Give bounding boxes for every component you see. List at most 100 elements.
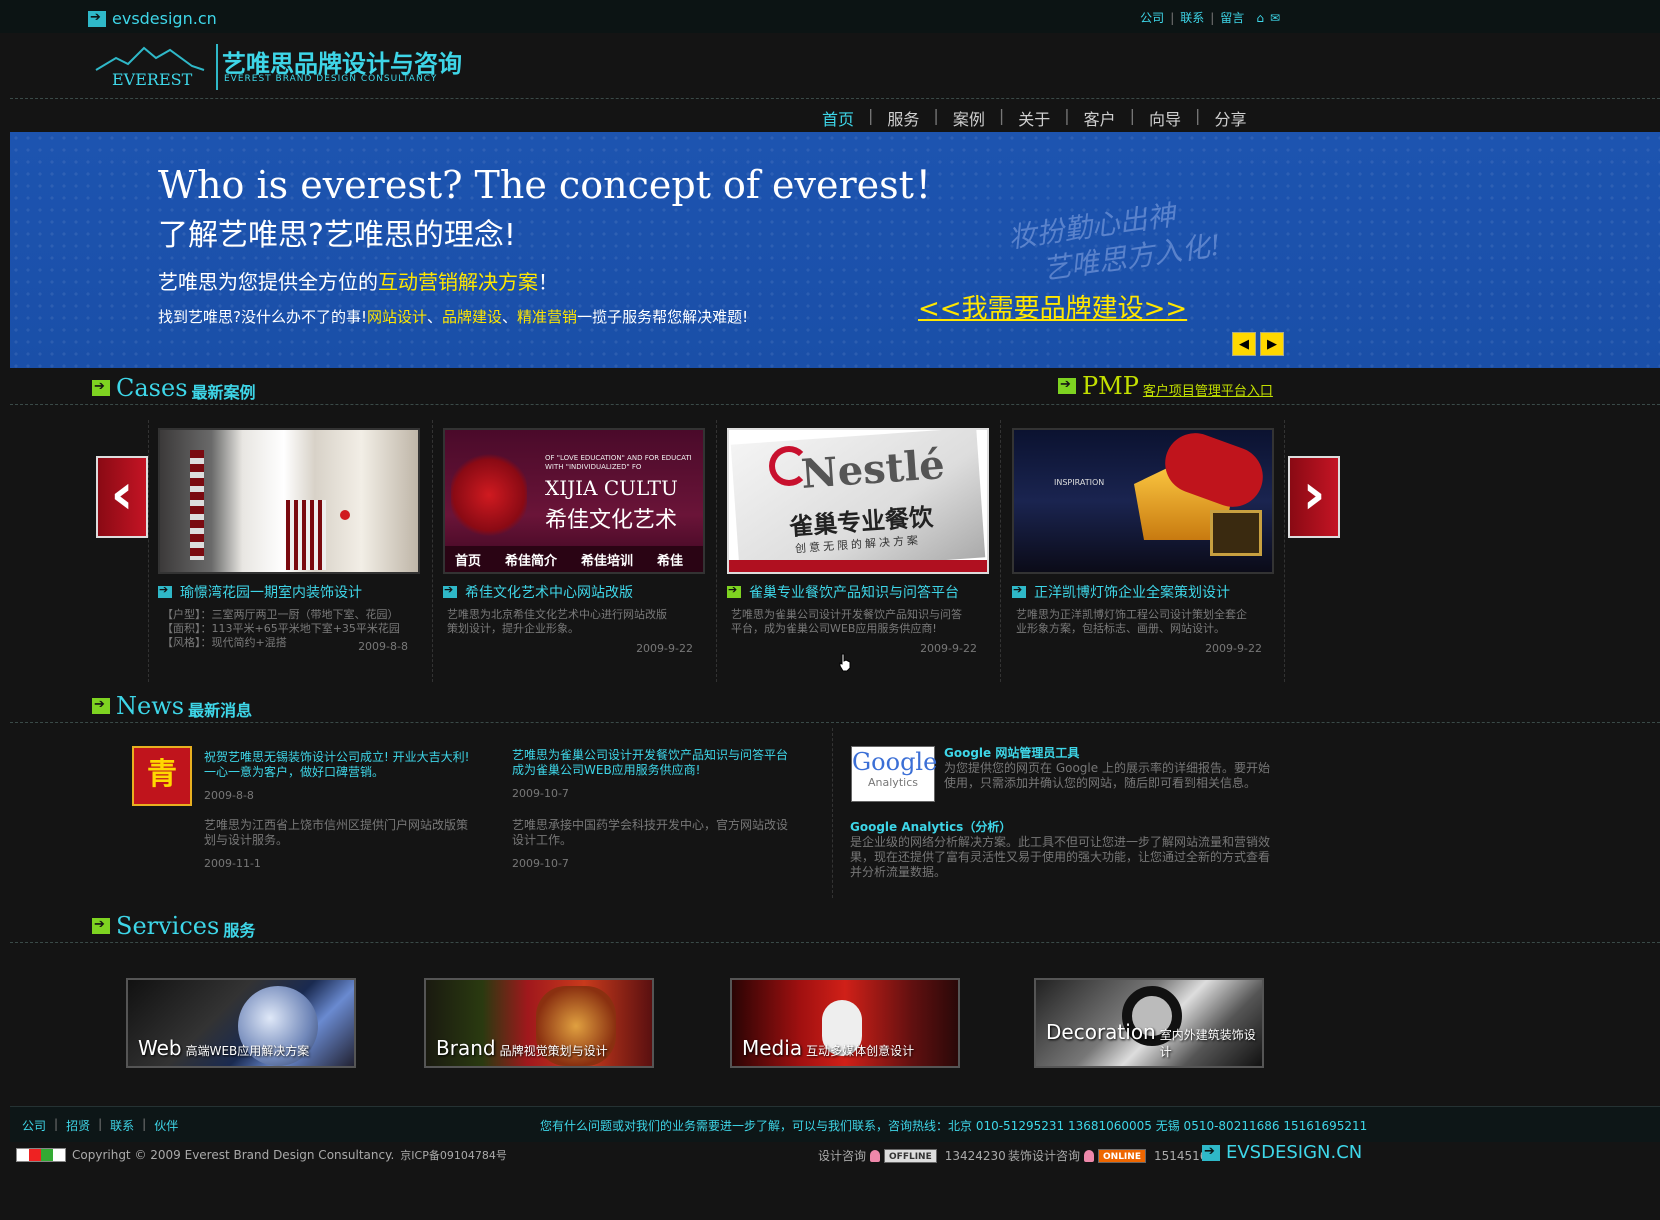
nav-about[interactable]: 关于	[1004, 106, 1064, 130]
pmp-heading[interactable]: PMP 客户项目管理平台入口	[1058, 372, 1273, 400]
footer-link-partners[interactable]: 伙伴	[154, 1117, 178, 1134]
case-title-text[interactable]: 雀巢专业餐饮产品知识与问答平台	[749, 582, 959, 602]
cn-flag-badge[interactable]	[16, 1148, 66, 1162]
case-title[interactable]: 希佳文化艺术中心网站改版	[443, 582, 705, 602]
case-title[interactable]: 瑜憬湾花园一期室内装饰设计	[158, 582, 420, 602]
service-card-brand[interactable]: Brand 品牌视觉策划与设计	[424, 978, 654, 1068]
status-badge[interactable]: ONLINE	[1098, 1148, 1146, 1163]
footer-site-link[interactable]: EVSDESIGN.CN	[1202, 1142, 1362, 1163]
case-card[interactable]: 瑜憬湾花园一期室内装饰设计 【户型】：三室两厅两卫一厨（带地下室、花园） 【面积…	[158, 428, 420, 653]
separator: |	[1170, 10, 1175, 25]
home-icon[interactable]: ⌂	[1256, 11, 1264, 25]
news-title[interactable]: 成为雀巢公司WEB应用服务供应商!	[512, 763, 788, 778]
news-title[interactable]: 设计工作。	[512, 833, 788, 848]
news-title[interactable]: 划与设计服务。	[204, 833, 468, 848]
toplink-contact[interactable]: 联系	[1180, 9, 1204, 26]
consult-label: 设计咨询	[818, 1149, 867, 1163]
service-en: Decoration	[1046, 1020, 1156, 1044]
qq-icon	[1084, 1149, 1095, 1162]
emblem-shape	[451, 450, 527, 540]
toplink-message[interactable]: 留言	[1220, 9, 1244, 26]
news-item[interactable]: 祝贺艺唯思无锡装饰设计公司成立! 开业大吉大利! 一心一意为客户，做好口碑营销。…	[204, 750, 469, 803]
cases-next-button[interactable]: ›	[1288, 456, 1340, 538]
nav-services[interactable]: 服务	[873, 106, 933, 130]
arrow-icon	[92, 379, 110, 396]
case-thumbnail[interactable]: INSPIRATION	[1012, 428, 1274, 574]
banner-cta-link[interactable]: <<我需要品牌建设>>	[918, 288, 1187, 325]
case-title[interactable]: 雀巢专业餐饮产品知识与问答平台	[727, 582, 989, 602]
nav-share[interactable]: 分享	[1200, 106, 1260, 130]
consult-decoration[interactable]: 装饰设计咨询 ONLINE 15145167	[1008, 1147, 1215, 1164]
news-item[interactable]: 艺唯思为雀巢公司设计开发餐饮产品知识与问答平台 成为雀巢公司WEB应用服务供应商…	[512, 748, 788, 801]
case-title-text[interactable]: 正洋凯博灯饰企业全案策划设计	[1034, 582, 1230, 602]
cases-title-cn: 最新案例	[191, 383, 256, 402]
consult-design[interactable]: 设计咨询 OFFLINE 13424230	[818, 1147, 1006, 1164]
cases-prev-button[interactable]: ‹	[96, 456, 148, 538]
case-card[interactable]: Nestlé 雀巢专业餐饮 创意无限的解决方案 雀巢专业餐饮产品知识与问答平台 …	[727, 428, 989, 655]
case-title[interactable]: 正洋凯博灯饰企业全案策划设计	[1012, 582, 1274, 602]
case-thumbnail[interactable]	[158, 428, 420, 574]
arrow-icon	[727, 583, 741, 598]
google-tool-title[interactable]: Google 网站管理员工具	[944, 746, 1270, 761]
google-tool-desc: 为您提供您的网页在 Google 上的展示率的详细报告。要开始	[944, 761, 1270, 775]
footer-contact: 您有什么问题或对我们的业务需要进一步了解，可以与我们联系，咨询热线：北京 010…	[540, 1119, 1368, 1133]
case-card[interactable]: OF "LOVE EDUCATION" AND FOR EDUCATI WITH…	[443, 428, 705, 655]
case-desc: 艺唯思为正洋凯博灯饰工程公司设计策划全套企 业形象方案，包括标志、画册、网站设计…	[1012, 608, 1274, 636]
service-card-web[interactable]: Web 高端WEB应用解决方案	[126, 978, 356, 1068]
icp-number[interactable]: 京ICP备09104784号	[400, 1147, 507, 1163]
status-badge[interactable]: OFFLINE	[884, 1148, 937, 1163]
google-analytics-logo[interactable]: Google Analytics	[851, 746, 937, 802]
banner-link-marketing[interactable]: 精准营销	[517, 308, 577, 326]
copyright-row: Copyrihgt © 2009 Everest Brand Design Co…	[16, 1147, 507, 1163]
case-thumbnail[interactable]: OF "LOVE EDUCATION" AND FOR EDUCATI WITH…	[443, 428, 705, 574]
thumb-menu: 首页 希佳简介 希佳培训 希佳	[445, 546, 703, 572]
banner-link-web[interactable]: 网站设计	[367, 308, 427, 326]
news-title[interactable]: 祝贺艺唯思无锡装饰设计公司成立! 开业大吉大利!	[204, 750, 469, 765]
banner-text: 一揽子服务帮您解决难题!	[577, 308, 749, 326]
news-title[interactable]: 一心一意为客户，做好口碑营销。	[204, 765, 469, 780]
divider	[10, 404, 1660, 405]
nav-clients[interactable]: 客户	[1070, 106, 1130, 130]
top-strip	[0, 0, 1660, 33]
services-title-cn: 服务	[223, 921, 256, 940]
banner-next-button[interactable]: ▶	[1260, 332, 1284, 356]
service-en: Media	[742, 1036, 803, 1060]
case-thumbnail[interactable]: Nestlé 雀巢专业餐饮 创意无限的解决方案	[727, 428, 989, 574]
case-card[interactable]: INSPIRATION 正洋凯博灯饰企业全案策划设计 艺唯思为正洋凯博灯饰工程公…	[1012, 428, 1274, 655]
domain-label[interactable]: evsdesign.cn	[112, 9, 217, 28]
banner-link-brand[interactable]: 品牌建设	[442, 308, 502, 326]
news-title[interactable]: 艺唯思为江西省上饶市信州区提供门户网站改版策	[204, 818, 468, 833]
column-divider	[832, 728, 833, 898]
toplink-company[interactable]: 公司	[1140, 9, 1164, 26]
main-nav: 首页 | 服务 | 案例 | 关于 | 客户 | 向导 | 分享	[808, 106, 1260, 130]
news-title[interactable]: 艺唯思承接中国药学会科技开发中心，官方网站改设	[512, 818, 788, 833]
nav-cases[interactable]: 案例	[939, 106, 999, 130]
footer-site-text[interactable]: EVSDESIGN.CN	[1226, 1142, 1362, 1163]
service-card-decoration[interactable]: Decoration 室内外建筑装饰设计	[1034, 978, 1264, 1068]
separator: |	[1210, 10, 1215, 25]
news-item[interactable]: 艺唯思承接中国药学会科技开发中心，官方网站改设 设计工作。 2009-10-7	[512, 818, 788, 871]
case-title-text[interactable]: 瑜憬湾花园一期室内装饰设计	[180, 582, 362, 602]
logo[interactable]: EVEREST	[92, 40, 208, 92]
footer-link-contact[interactable]: 联系	[110, 1117, 134, 1134]
qq-icon	[870, 1149, 881, 1162]
news-heading: News 最新消息	[92, 692, 252, 720]
case-desc-line: 策划设计，提升企业形象。	[447, 622, 579, 635]
chat-icon[interactable]: ✉	[1270, 11, 1280, 25]
news-title[interactable]: 艺唯思为雀巢公司设计开发餐饮产品知识与问答平台	[512, 748, 788, 763]
google-analytics-title[interactable]: Google Analytics（分析）	[850, 820, 1270, 835]
service-card-media[interactable]: Media 互动多媒体创意设计	[730, 978, 960, 1068]
domain-label-wrap[interactable]: evsdesign.cn	[88, 9, 217, 28]
footer-link-careers[interactable]: 招贤	[66, 1117, 90, 1134]
footer-link-company[interactable]: 公司	[22, 1117, 46, 1134]
pmp-link[interactable]: 客户项目管理平台入口	[1143, 380, 1273, 399]
google-tool-item[interactable]: Google 网站管理员工具 为您提供您的网页在 Google 上的展示率的详细…	[944, 746, 1270, 791]
column-divider	[716, 420, 717, 682]
nav-home[interactable]: 首页	[808, 106, 868, 130]
case-title-text[interactable]: 希佳文化艺术中心网站改版	[465, 582, 633, 602]
divider	[10, 98, 1660, 99]
nav-guide[interactable]: 向导	[1135, 106, 1195, 130]
google-analytics-item[interactable]: Google Analytics（分析） 是企业级的网络分析解决方案。此工具不但…	[850, 820, 1270, 880]
banner-prev-button[interactable]: ◀	[1232, 332, 1256, 356]
news-item[interactable]: 艺唯思为江西省上饶市信州区提供门户网站改版策 划与设计服务。 2009-11-1	[204, 818, 468, 871]
